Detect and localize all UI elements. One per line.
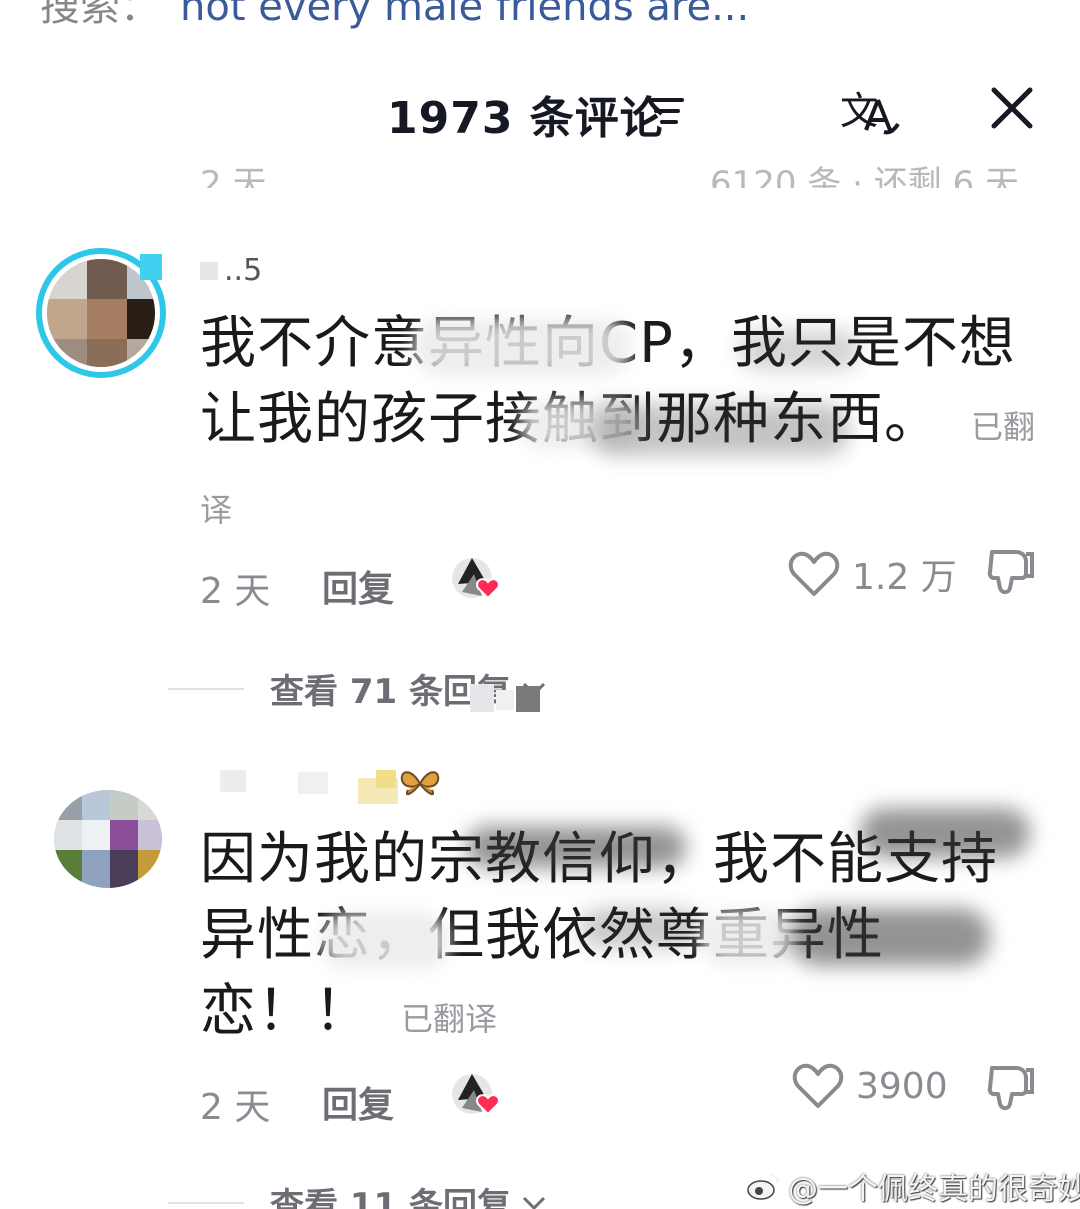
redaction-smear bbox=[790, 908, 990, 966]
close-icon[interactable] bbox=[988, 84, 1036, 132]
creator-liked-icon bbox=[452, 558, 500, 600]
comments-header: 1973 条评论 文 bbox=[0, 0, 1080, 150]
like-count: 3900 bbox=[856, 1065, 948, 1107]
redaction-smear bbox=[860, 808, 1030, 858]
like-count: 1.2 万 bbox=[852, 557, 957, 598]
view-replies-button[interactable]: 查看 11 条回复 bbox=[168, 1178, 547, 1209]
redaction-smear bbox=[320, 912, 450, 970]
translated-label[interactable]: 已翻译 bbox=[401, 1000, 497, 1038]
previous-comment-meta: 2 天 6120 条 · 还剩 6 天 bbox=[0, 158, 1080, 188]
username-text: ..5 bbox=[224, 253, 263, 288]
like-button[interactable]: 1.2 万 bbox=[788, 548, 957, 600]
reply-button[interactable]: 回复 bbox=[322, 560, 394, 612]
heart-outline-icon bbox=[792, 1063, 844, 1108]
reply-button[interactable]: 回复 bbox=[322, 1076, 394, 1128]
redaction-smear bbox=[590, 404, 850, 456]
username[interactable]: ..5 bbox=[200, 252, 262, 292]
creator-liked-icon bbox=[452, 1074, 500, 1116]
watermark-text: @一个佩终真的很奇妙 bbox=[788, 1172, 1080, 1207]
prev-time: 2 天 bbox=[200, 164, 267, 188]
username[interactable] bbox=[200, 766, 460, 806]
thumbs-down-icon[interactable] bbox=[986, 548, 1036, 596]
thumbs-down-icon[interactable] bbox=[986, 1064, 1036, 1112]
redaction-smear bbox=[740, 330, 860, 370]
sort-icon[interactable] bbox=[648, 92, 692, 132]
redaction-smear bbox=[466, 826, 686, 868]
divider bbox=[168, 687, 244, 690]
comment-count-title: 1973 条评论 bbox=[387, 93, 665, 144]
comment-time: 2 天 bbox=[200, 1087, 271, 1128]
redaction-smear bbox=[580, 908, 700, 948]
avatar[interactable] bbox=[54, 790, 162, 888]
butterfly-emoji-icon bbox=[400, 771, 440, 796]
redaction-smear bbox=[470, 684, 494, 712]
avatar-badge bbox=[140, 254, 162, 280]
heart-outline-icon bbox=[788, 551, 840, 596]
divider bbox=[168, 1201, 244, 1204]
prev-info: 6120 条 · 还剩 6 天 bbox=[710, 164, 1020, 188]
like-button[interactable]: 3900 bbox=[792, 1062, 948, 1110]
redaction-smear bbox=[516, 686, 540, 712]
view-replies-label: 查看 11 条回复 bbox=[270, 1186, 511, 1209]
chevron-down-icon bbox=[522, 1196, 546, 1209]
translate-icon[interactable]: 文 bbox=[838, 82, 904, 138]
redaction-smear bbox=[700, 910, 800, 966]
redaction-smear bbox=[412, 318, 632, 376]
comment-time: 2 天 bbox=[200, 571, 271, 612]
redaction-smear bbox=[496, 690, 514, 710]
watermark: @一个佩终真的很奇妙 bbox=[746, 1164, 1080, 1208]
weibo-logo-icon bbox=[747, 1173, 780, 1200]
